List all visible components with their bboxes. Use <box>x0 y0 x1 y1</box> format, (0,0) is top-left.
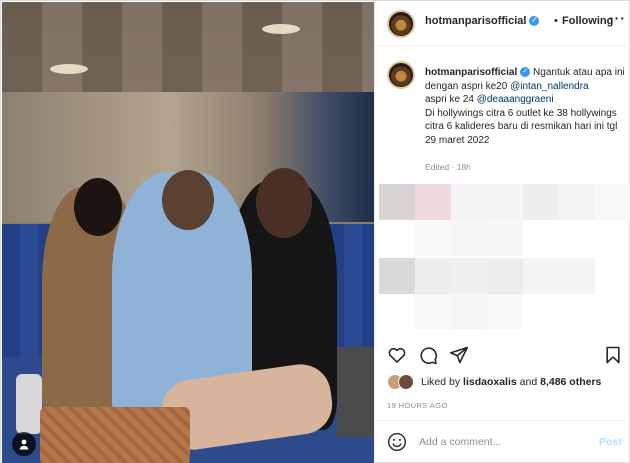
blur-block <box>451 258 487 294</box>
post-comment-button[interactable]: Post <box>599 436 622 448</box>
blur-block <box>415 294 451 330</box>
blur-block <box>487 184 523 220</box>
caption-text: aspri ke 24 <box>425 94 474 105</box>
header-username[interactable]: hotmanparisofficial ✓ <box>425 15 540 27</box>
blur-block <box>379 258 415 294</box>
person-right-head <box>256 168 312 238</box>
blur-block <box>415 220 451 256</box>
blurred-comments-row <box>379 184 630 220</box>
following-button[interactable]: Following <box>562 15 613 27</box>
blur-block <box>523 258 559 294</box>
ceiling-light <box>50 64 88 74</box>
header-separator: • <box>554 15 558 27</box>
liked-by-avatars <box>387 374 417 390</box>
blurred-comments-row <box>415 220 523 256</box>
liked-prefix: Liked by <box>421 376 461 388</box>
blurred-comments-row <box>415 294 523 330</box>
coat <box>337 347 374 437</box>
blur-block <box>415 184 451 220</box>
edited-text: Edited <box>425 162 450 172</box>
post-timestamp[interactable]: 19 HOURS AGO <box>387 401 448 410</box>
blur-block <box>595 184 630 220</box>
tumbler <box>16 374 42 434</box>
edited-time: 18h <box>456 162 471 172</box>
blur-block <box>487 220 523 256</box>
ceiling-light <box>262 24 300 34</box>
blurred-comments-row <box>379 258 595 294</box>
edited-separator: · <box>451 162 455 172</box>
post-sidebar: hotmanparisofficial ✓ • Following ··· hot… <box>374 2 630 463</box>
caption-username[interactable]: hotmanparisofficial <box>425 67 517 78</box>
blur-block <box>415 258 451 294</box>
blur-block <box>451 184 487 220</box>
emoji-icon[interactable] <box>387 432 407 452</box>
verified-badge-icon: ✓ <box>529 16 540 27</box>
mention-link[interactable]: @deaaanggraeni <box>477 94 554 105</box>
blur-block <box>559 184 595 220</box>
heart-icon[interactable] <box>386 344 408 366</box>
blur-block <box>487 258 523 294</box>
liked-others-link[interactable]: 8,486 others <box>540 376 601 388</box>
handbag <box>40 407 190 463</box>
ceiling-background <box>2 2 374 92</box>
caption-text: Di hollywings citra 6 outlet ke 38 holly… <box>425 107 618 146</box>
edited-label: Edited · 18h <box>425 162 471 172</box>
comment-icon[interactable] <box>417 344 439 366</box>
blur-block <box>559 258 595 294</box>
caption-avatar[interactable] <box>387 61 415 89</box>
liked-and: and <box>519 376 538 388</box>
avatar[interactable] <box>387 10 415 38</box>
handbag-pattern <box>40 407 190 463</box>
share-icon[interactable] <box>448 344 470 366</box>
user-tag-icon[interactable] <box>12 432 36 456</box>
verified-badge-icon: ✓ <box>520 67 531 78</box>
person-middle-head <box>162 170 214 230</box>
post-frame: hotmanparisofficial ✓ • Following ··· hot… <box>0 0 630 463</box>
username-text[interactable]: hotmanparisofficial <box>425 15 526 27</box>
likes-summary: Liked by lisdaoxalis and 8,486 others <box>387 374 601 390</box>
bookmark-icon[interactable] <box>602 344 624 366</box>
comment-bar: Post <box>375 420 630 463</box>
comment-input[interactable] <box>419 433 579 451</box>
more-options-icon[interactable]: ··· <box>609 10 626 26</box>
avatar[interactable] <box>398 374 414 390</box>
person-left-head <box>74 178 122 236</box>
blur-block <box>487 294 523 330</box>
liked-user-link[interactable]: lisdaoxalis <box>463 376 517 388</box>
mention-link[interactable]: @intan_nallendra <box>510 81 589 92</box>
blur-block <box>451 220 487 256</box>
blur-block <box>523 184 559 220</box>
post-header: hotmanparisofficial ✓ • Following ··· <box>375 2 630 46</box>
post-caption: hotmanparisofficial ✓ Ngantuk atau apa in… <box>425 66 625 147</box>
blur-block <box>379 184 415 220</box>
blur-block <box>451 294 487 330</box>
post-photo[interactable] <box>2 2 374 463</box>
post-actions <box>375 340 630 370</box>
